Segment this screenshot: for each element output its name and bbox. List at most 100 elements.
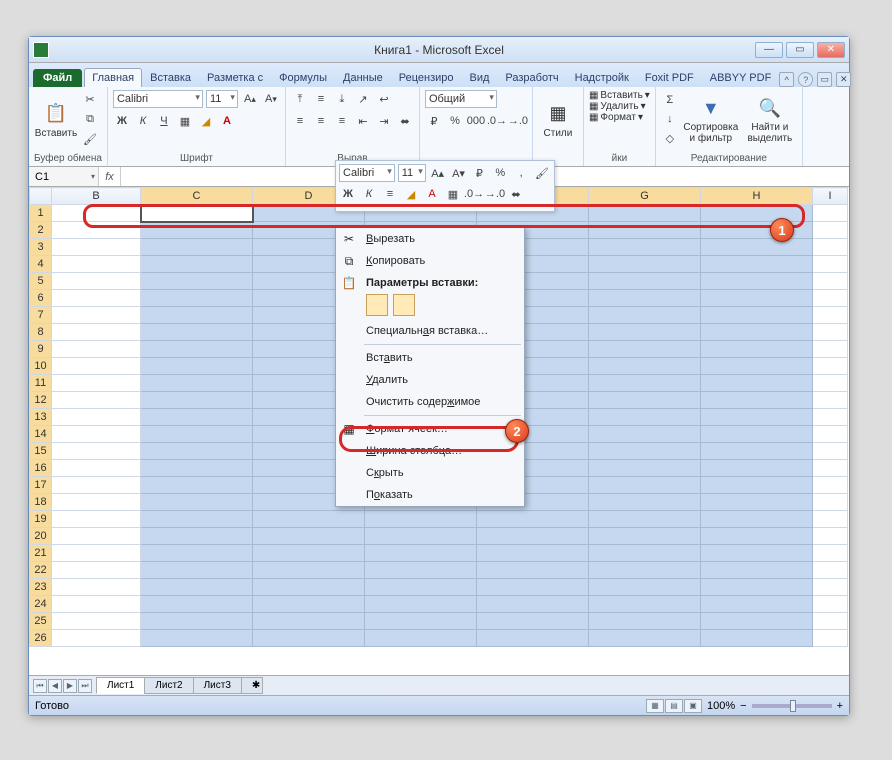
grow-font-button[interactable]: A▴ [241, 90, 259, 108]
increase-decimal-button[interactable]: .0→ [488, 112, 506, 130]
row-header-7[interactable]: 7 [30, 307, 52, 324]
cell-B20[interactable] [52, 528, 141, 545]
cell-E24[interactable] [365, 596, 477, 613]
cell-G9[interactable] [589, 341, 701, 358]
col-header-G[interactable]: G [589, 188, 701, 205]
cell-C20[interactable] [141, 528, 253, 545]
cell-B25[interactable] [52, 613, 141, 630]
cell-I12[interactable] [813, 392, 848, 409]
cell-G8[interactable] [589, 324, 701, 341]
mini-font-color[interactable]: A [423, 185, 441, 203]
cell-H21[interactable] [701, 545, 813, 562]
cells-insert-button[interactable]: ▦ Вставить ▾ [589, 90, 650, 101]
row-header-20[interactable]: 20 [30, 528, 52, 545]
tab-layout[interactable]: Разметка с [199, 68, 271, 87]
cell-B26[interactable] [52, 630, 141, 647]
row-header-11[interactable]: 11 [30, 375, 52, 392]
cell-I15[interactable] [813, 443, 848, 460]
cell-H19[interactable] [701, 511, 813, 528]
zoom-out-button[interactable]: − [740, 700, 746, 712]
cell-F25[interactable] [477, 613, 589, 630]
zoom-in-button[interactable]: + [837, 700, 843, 712]
cell-I10[interactable] [813, 358, 848, 375]
tab-view[interactable]: Вид [462, 68, 498, 87]
cell-G14[interactable] [589, 426, 701, 443]
align-center-button[interactable]: ≡ [312, 112, 330, 130]
col-header-H[interactable]: H [701, 188, 813, 205]
autosum-button[interactable]: Σ [661, 91, 679, 109]
cell-B5[interactable] [52, 273, 141, 290]
col-header-C[interactable]: C [141, 188, 253, 205]
cell-E21[interactable] [365, 545, 477, 562]
cell-G12[interactable] [589, 392, 701, 409]
row-header-12[interactable]: 12 [30, 392, 52, 409]
row-header-10[interactable]: 10 [30, 358, 52, 375]
cell-B10[interactable] [52, 358, 141, 375]
mini-currency[interactable]: ₽ [470, 164, 488, 182]
row-header-4[interactable]: 4 [30, 256, 52, 273]
cell-B23[interactable] [52, 579, 141, 596]
sheet-nav-next[interactable]: ▶ [63, 679, 77, 693]
cell-G15[interactable] [589, 443, 701, 460]
cell-H11[interactable] [701, 375, 813, 392]
cell-G10[interactable] [589, 358, 701, 375]
cell-I24[interactable] [813, 596, 848, 613]
cell-B2[interactable] [52, 222, 141, 239]
row-header-6[interactable]: 6 [30, 290, 52, 307]
cell-C24[interactable] [141, 596, 253, 613]
cell-H18[interactable] [701, 494, 813, 511]
row-header-9[interactable]: 9 [30, 341, 52, 358]
cell-C17[interactable] [141, 477, 253, 494]
cell-C4[interactable] [141, 256, 253, 273]
cell-B7[interactable] [52, 307, 141, 324]
cell-E22[interactable] [365, 562, 477, 579]
cm-clear[interactable]: Очистить содержимое [336, 391, 524, 413]
cell-F23[interactable] [477, 579, 589, 596]
cell-G2[interactable] [589, 222, 701, 239]
row-header-21[interactable]: 21 [30, 545, 52, 562]
cell-I13[interactable] [813, 409, 848, 426]
font-color-button[interactable]: A [218, 112, 236, 130]
help-button[interactable]: ? [798, 72, 813, 87]
tab-foxit[interactable]: Foxit PDF [637, 68, 702, 87]
row-header-16[interactable]: 16 [30, 460, 52, 477]
cell-I14[interactable] [813, 426, 848, 443]
cell-B22[interactable] [52, 562, 141, 579]
tab-formulas[interactable]: Формулы [271, 68, 335, 87]
cell-B18[interactable] [52, 494, 141, 511]
cell-E25[interactable] [365, 613, 477, 630]
paste-option-2[interactable] [393, 294, 415, 316]
cell-I21[interactable] [813, 545, 848, 562]
cell-C11[interactable] [141, 375, 253, 392]
cell-C23[interactable] [141, 579, 253, 596]
paste-option-1[interactable] [366, 294, 388, 316]
cell-D19[interactable] [253, 511, 365, 528]
cell-C2[interactable] [141, 222, 253, 239]
cell-D22[interactable] [253, 562, 365, 579]
cell-C22[interactable] [141, 562, 253, 579]
cell-I4[interactable] [813, 256, 848, 273]
cell-C19[interactable] [141, 511, 253, 528]
cell-F20[interactable] [477, 528, 589, 545]
row-header-8[interactable]: 8 [30, 324, 52, 341]
decrease-indent-button[interactable]: ⇤ [354, 112, 372, 130]
cell-I23[interactable] [813, 579, 848, 596]
cell-I1[interactable] [813, 205, 848, 222]
cell-E19[interactable] [365, 511, 477, 528]
tab-insert[interactable]: Вставка [142, 68, 199, 87]
cell-H6[interactable] [701, 290, 813, 307]
cell-B16[interactable] [52, 460, 141, 477]
cell-G16[interactable] [589, 460, 701, 477]
tab-data[interactable]: Данные [335, 68, 391, 87]
maximize-button[interactable]: ▭ [786, 42, 814, 58]
mini-grow-font[interactable]: A▴ [429, 164, 447, 182]
cell-I25[interactable] [813, 613, 848, 630]
cell-B15[interactable] [52, 443, 141, 460]
row-header-25[interactable]: 25 [30, 613, 52, 630]
orientation-button[interactable]: ↗ [354, 90, 372, 108]
cell-G20[interactable] [589, 528, 701, 545]
font-size-combo[interactable]: 11 [206, 90, 238, 108]
cell-H9[interactable] [701, 341, 813, 358]
cell-G1[interactable] [589, 205, 701, 222]
cell-H1[interactable] [701, 205, 813, 222]
